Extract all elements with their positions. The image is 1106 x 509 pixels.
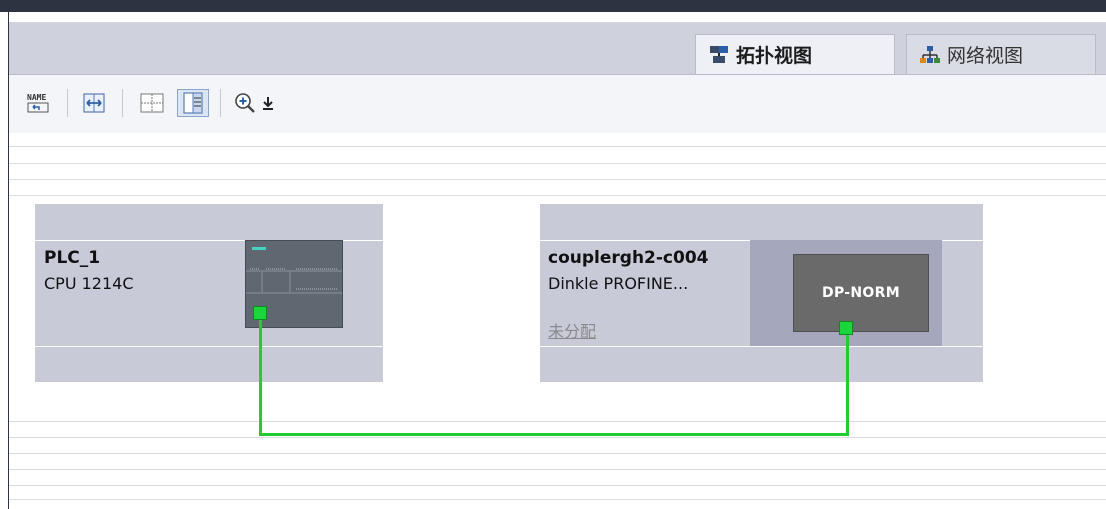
grid-line (9, 195, 1106, 196)
toolbar-separator (220, 89, 221, 117)
grid-line (9, 469, 1106, 470)
device-divider (540, 346, 983, 347)
grid-line (9, 179, 1106, 180)
plc-profinet-port[interactable] (253, 306, 267, 320)
grid-layout-button[interactable] (137, 89, 167, 117)
assign-name-button[interactable]: NAME (23, 89, 57, 117)
view-tab-strip: 拓扑视图 网络视图 (9, 22, 1106, 75)
network-view-icon (920, 45, 940, 63)
ethernet-link-segment[interactable] (259, 320, 262, 436)
toolbar-separator (67, 89, 68, 117)
zoom-in-button[interactable] (231, 89, 259, 117)
zoom-dropdown-button[interactable] (259, 89, 277, 117)
tab-topology-view[interactable]: 拓扑视图 (695, 34, 895, 74)
fit-width-icon (83, 93, 105, 113)
device-name[interactable]: PLC_1 (44, 248, 100, 268)
device-type: CPU 1214C (44, 274, 134, 293)
topology-editor: 拓扑视图 网络视图 NAME PLC_1 CPU 1214C couplergh… (0, 0, 1106, 509)
dropdown-arrow-icon (263, 97, 273, 110)
toolbar: NAME (9, 75, 1106, 133)
topology-view-icon (710, 45, 728, 63)
toolbar-separator (122, 89, 123, 117)
fit-width-button[interactable] (79, 89, 109, 117)
window-left-border (0, 12, 9, 509)
grid-line (9, 437, 1106, 438)
grid-layout-icon (140, 93, 164, 113)
grid-line (9, 421, 1106, 422)
grid-line (9, 453, 1106, 454)
grid-line (9, 485, 1106, 486)
window-top-border (0, 0, 1106, 12)
device-divider (35, 346, 383, 347)
zoom-in-icon (235, 93, 255, 113)
device-name[interactable]: couplergh2-c004 (548, 248, 709, 268)
ethernet-link-segment[interactable] (259, 433, 849, 436)
name-assign-icon: NAME (27, 93, 49, 113)
overview-table-button[interactable] (177, 89, 209, 117)
tab-topology-label: 拓扑视图 (736, 45, 813, 67)
grid-line (9, 499, 1106, 500)
coupler-profinet-port[interactable] (839, 321, 853, 335)
unassigned-link[interactable]: 未分配 (548, 318, 596, 342)
grid-line (9, 146, 1106, 147)
svg-text:NAME: NAME (27, 93, 46, 102)
device-type: Dinkle PROFINE... (548, 274, 689, 293)
ethernet-link-segment[interactable] (846, 335, 849, 436)
dp-norm-label: DP-NORM (822, 285, 900, 301)
tab-network-label: 网络视图 (947, 45, 1024, 67)
overview-table-icon (183, 92, 203, 114)
tab-network-view[interactable]: 网络视图 (906, 34, 1096, 74)
dp-norm-module: DP-NORM (793, 254, 929, 332)
grid-line (9, 163, 1106, 164)
